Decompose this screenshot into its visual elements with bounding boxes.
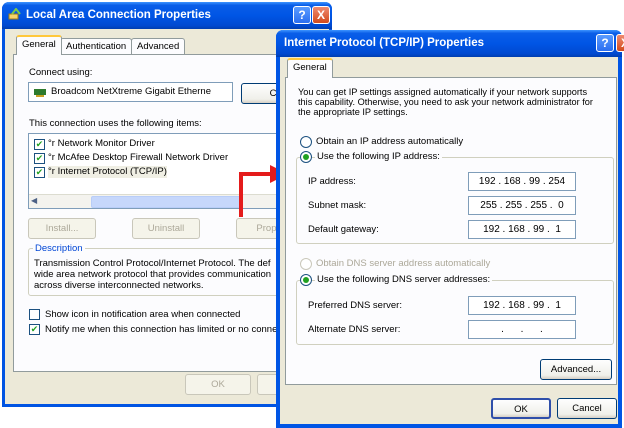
- intro-line: You can get IP settings assigned automat…: [298, 87, 588, 97]
- ip-address-label: IP address:: [308, 176, 356, 187]
- network-adapter-icon: [34, 88, 46, 100]
- description-line: across diverse interconnected networks.: [34, 280, 204, 291]
- items-label: This connection uses the following items…: [29, 118, 202, 129]
- help-button[interactable]: ?: [293, 6, 311, 24]
- tab-authentication[interactable]: Authentication: [60, 38, 133, 55]
- ok-button[interactable]: OK: [491, 398, 551, 419]
- radio-obtain-ip-label[interactable]: Obtain an IP address automatically: [316, 136, 463, 148]
- scrollbar-thumb[interactable]: [91, 196, 243, 208]
- preferred-dns-field[interactable]: 192 . 168 . 99 . 1: [468, 296, 576, 315]
- intro-line: the appropriate IP settings.: [298, 107, 408, 117]
- list-item[interactable]: °r Network Monitor Driver: [48, 138, 155, 150]
- cancel-button[interactable]: Cancel: [557, 398, 617, 419]
- tab-advanced[interactable]: Advanced: [131, 38, 186, 55]
- back-titlebar[interactable]: Local Area Connection Properties: [2, 2, 332, 29]
- advanced-button[interactable]: Advanced...: [540, 359, 612, 380]
- tab-general[interactable]: General: [16, 35, 62, 55]
- uninstall-button[interactable]: Uninstall: [132, 218, 200, 239]
- radio-use-dns-label[interactable]: Use the following DNS server addresses:: [315, 274, 493, 286]
- help-button[interactable]: ?: [596, 34, 614, 52]
- tab-general[interactable]: General: [287, 58, 333, 78]
- show-icon-label: Show icon in notification area when conn…: [45, 309, 241, 320]
- radio-obtain-dns-label[interactable]: Obtain DNS server address automatically: [316, 258, 490, 270]
- list-item[interactable]: °r McAfee Desktop Firewall Network Drive…: [48, 152, 228, 164]
- radio-obtain-ip[interactable]: [300, 136, 312, 148]
- item-label: Internet Protocol (TCP/IP): [57, 166, 167, 177]
- install-button[interactable]: Install...: [28, 218, 96, 239]
- alternate-dns-field[interactable]: . . .: [468, 320, 576, 339]
- tcpip-general-panel: You can get IP settings assigned automat…: [285, 77, 617, 385]
- connect-using-label: Connect using:: [29, 67, 93, 78]
- default-gateway-label: Default gateway:: [308, 224, 379, 235]
- front-titlebar[interactable]: Internet Protocol (TCP/IP) Properties: [276, 30, 622, 57]
- protocol-icon: °r: [48, 166, 55, 177]
- radio-use-ip[interactable]: [300, 151, 312, 163]
- preferred-dns-label: Preferred DNS server:: [308, 300, 402, 311]
- subnet-mask-field[interactable]: 255 . 255 . 255 . 0: [468, 196, 576, 215]
- item-checkbox-network-monitor[interactable]: ✔: [34, 139, 45, 150]
- protocol-icon: °r: [48, 138, 55, 149]
- list-item-selected[interactable]: °r Internet Protocol (TCP/IP): [48, 166, 167, 178]
- intro-line: this capability. Otherwise, you need to …: [298, 97, 593, 107]
- scroll-left-icon[interactable]: ◀: [31, 196, 37, 205]
- show-icon-checkbox[interactable]: [29, 309, 40, 320]
- item-checkbox-tcpip[interactable]: ✔: [34, 167, 45, 178]
- ip-address-field[interactable]: 192 . 168 . 99 . 254: [468, 172, 576, 191]
- subnet-mask-label: Subnet mask:: [308, 200, 367, 211]
- description-title: Description: [33, 243, 85, 255]
- notify-label: Notify me when this connection has limit…: [45, 324, 283, 335]
- item-checkbox-mcafee[interactable]: ✔: [34, 153, 45, 164]
- close-button[interactable]: X: [312, 6, 330, 24]
- back-ok-button[interactable]: OK: [185, 374, 251, 395]
- close-button[interactable]: X: [616, 34, 624, 52]
- front-window-title: Internet Protocol (TCP/IP) Properties: [284, 37, 484, 49]
- back-window-title: Local Area Connection Properties: [26, 9, 211, 21]
- default-gateway-field[interactable]: 192 . 168 . 99 . 1: [468, 220, 576, 239]
- alternate-dns-label: Alternate DNS server:: [308, 324, 401, 335]
- adapter-box: Broadcom NetXtreme Gigabit Etherne: [28, 82, 233, 102]
- radio-use-dns[interactable]: [300, 274, 312, 286]
- protocol-icon: °r: [48, 152, 55, 163]
- adapter-name: Broadcom NetXtreme Gigabit Etherne: [51, 86, 211, 97]
- tcpip-properties-window: Internet Protocol (TCP/IP) Properties ? …: [276, 30, 624, 428]
- network-connection-icon: [8, 4, 22, 20]
- radio-obtain-dns[interactable]: [300, 258, 312, 270]
- notify-checkbox[interactable]: ✔: [29, 324, 40, 335]
- radio-use-ip-label[interactable]: Use the following IP address:: [315, 151, 442, 163]
- item-label: McAfee Desktop Firewall Network Driver: [57, 152, 229, 163]
- item-label: Network Monitor Driver: [57, 138, 155, 149]
